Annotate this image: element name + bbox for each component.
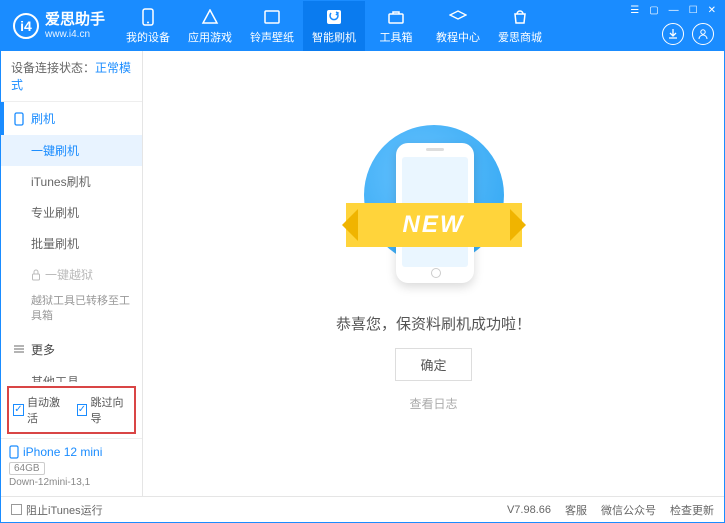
maximize-icon[interactable]: ☐ [687,5,700,16]
toolbox-icon [387,8,405,26]
graduation-icon [449,8,467,26]
success-illustration: NEW [334,115,534,295]
block-itunes-label: 阻止iTunes运行 [26,502,103,518]
brand-title: 爱思助手 [45,12,105,29]
nav-label: 智能刷机 [312,29,356,45]
more-icon [13,343,25,355]
sidebar-menu: 刷机 一键刷机 iTunes刷机 专业刷机 批量刷机 一键越狱 越狱工具已转移至… [1,102,142,382]
close-icon[interactable]: ✕ [706,5,718,16]
jailbreak-note: 越狱工具已转移至工具箱 [1,290,142,333]
sidebar-item-other-tools[interactable]: 其他工具 [1,366,142,382]
nav-label: 铃声壁纸 [250,29,294,45]
sidebar-item-oneclick-flash[interactable]: 一键刷机 [1,135,142,166]
menu-icon[interactable]: ☰ [628,5,641,16]
lock-icon [31,269,41,281]
sidebar-item-pro-flash[interactable]: 专业刷机 [1,197,142,228]
main-content: NEW 恭喜您，保资料刷机成功啦！ 确定 查看日志 [143,51,724,496]
wallpaper-icon [263,8,281,26]
device-name: iPhone 12 mini [9,445,134,459]
nav-apps[interactable]: 应用游戏 [179,1,241,51]
wechat-link[interactable]: 微信公众号 [601,502,656,518]
nav-label: 教程中心 [436,29,480,45]
phone-small-icon [13,112,25,126]
view-log-link[interactable]: 查看日志 [409,395,457,412]
nav-my-device[interactable]: 我的设备 [117,1,179,51]
service-link[interactable]: 客服 [565,502,587,518]
menu-title: 一键越狱 [45,266,93,283]
ok-button[interactable]: 确定 [395,348,471,381]
sidebar-item-itunes-flash[interactable]: iTunes刷机 [1,166,142,197]
device-info[interactable]: iPhone 12 mini 64GB Down-12mini-13,1 [1,438,142,496]
nav-ringtones[interactable]: 铃声壁纸 [241,1,303,51]
phone-icon [139,8,157,26]
nav-toolbox[interactable]: 工具箱 [365,1,427,51]
highlighted-options: ✓ 自动激活 ✓ 跳过向导 [7,386,136,434]
user-icon[interactable] [692,23,714,45]
storage-badge: 64GB [9,462,45,475]
skin-icon[interactable]: ▢ [647,5,660,16]
check-icon: ✓ [77,404,88,416]
menu-title: 刷机 [31,110,55,127]
nav-label: 爱思商城 [498,29,542,45]
sidebar-item-jailbreak: 一键越狱 [1,259,142,290]
connection-state: 设备连接状态：正常模式 [1,51,142,102]
checkbox-block-itunes[interactable]: 阻止iTunes运行 [11,502,103,518]
check-update-link[interactable]: 检查更新 [670,502,714,518]
nav-label: 工具箱 [380,29,413,45]
nav-label: 我的设备 [126,29,170,45]
flash-icon [325,8,343,26]
nav-store[interactable]: 爱思商城 [489,1,551,51]
sidebar-item-batch-flash[interactable]: 批量刷机 [1,228,142,259]
checkbox-auto-activate[interactable]: ✓ 自动激活 [13,394,67,426]
sidebar: 设备连接状态：正常模式 刷机 一键刷机 iTunes刷机 专业刷机 批量刷机 一… [1,51,143,496]
checkbox-icon [11,504,22,515]
window-controls: ☰ ▢ — ☐ ✕ [628,5,718,16]
device-name-text: iPhone 12 mini [23,445,102,459]
device-sub: Down-12mini-13,1 [9,477,134,488]
title-round-buttons [662,23,714,45]
menu-header-more[interactable]: 更多 [1,333,142,366]
store-icon [511,8,529,26]
nav-tutorials[interactable]: 教程中心 [427,1,489,51]
brand: i4 爱思助手 www.i4.cn [9,12,105,40]
checkbox-skip-guide[interactable]: ✓ 跳过向导 [77,394,131,426]
minimize-icon[interactable]: — [667,5,681,16]
body: 设备连接状态：正常模式 刷机 一键刷机 iTunes刷机 专业刷机 批量刷机 一… [1,51,724,496]
conn-label: 设备连接状态： [11,61,95,75]
app-window: i4 爱思助手 www.i4.cn 我的设备 应用游戏 铃声壁纸 智能刷机 [0,0,725,523]
success-message: 恭喜您，保资料刷机成功啦！ [336,313,531,334]
brand-url: www.i4.cn [45,29,105,40]
check-label: 自动激活 [27,394,67,426]
nav-flash[interactable]: 智能刷机 [303,1,365,51]
nav-label: 应用游戏 [188,29,232,45]
menu-title: 更多 [31,341,55,358]
logo-icon: i4 [13,13,39,39]
new-ribbon: NEW [346,203,522,247]
version-label: V7.98.66 [507,504,551,516]
check-label: 跳过向导 [90,394,130,426]
titlebar: i4 爱思助手 www.i4.cn 我的设备 应用游戏 铃声壁纸 智能刷机 [1,1,724,51]
phone-tiny-icon [9,445,19,459]
download-icon[interactable] [662,23,684,45]
apps-icon [201,8,219,26]
check-icon: ✓ [13,404,24,416]
top-nav: 我的设备 应用游戏 铃声壁纸 智能刷机 工具箱 教程中心 [117,1,551,51]
statusbar: 阻止iTunes运行 V7.98.66 客服 微信公众号 检查更新 [1,496,724,522]
menu-header-flash[interactable]: 刷机 [1,102,142,135]
